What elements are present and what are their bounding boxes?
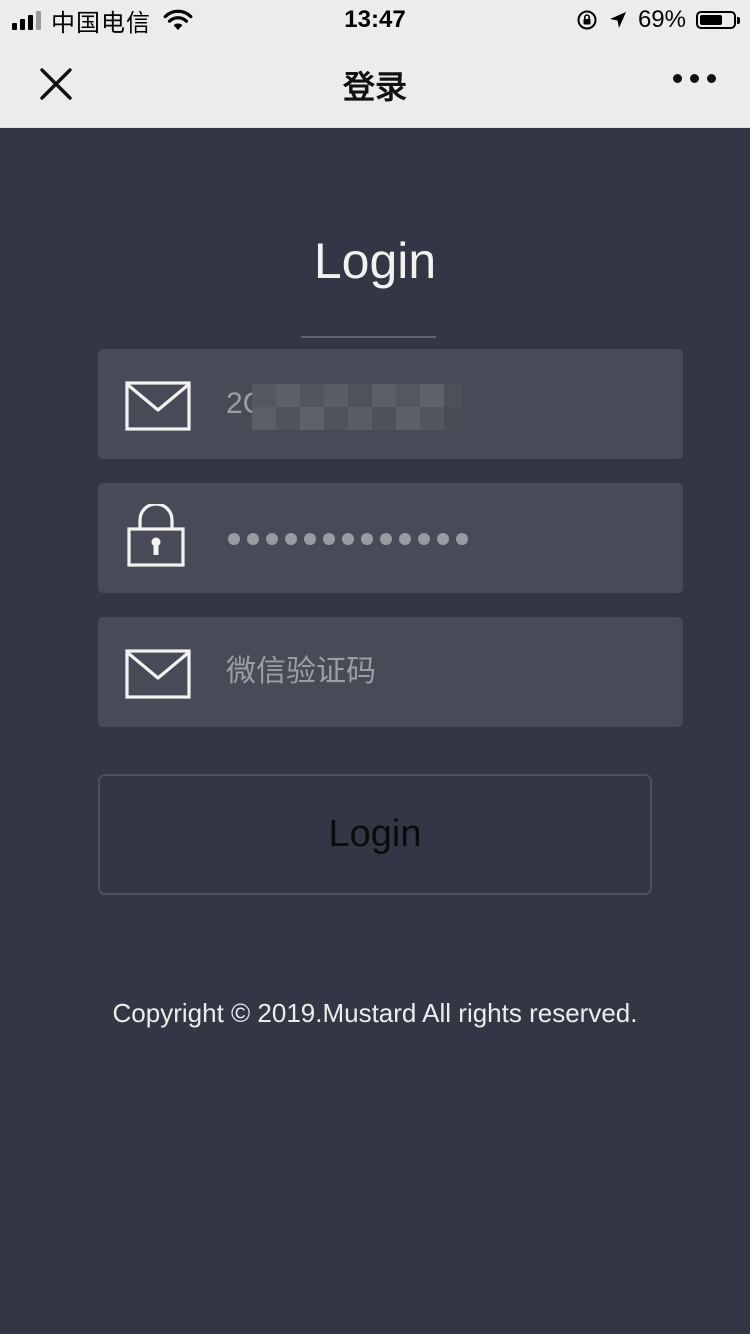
- lock-icon: [127, 504, 185, 567]
- password-masked-value: [228, 533, 468, 545]
- close-icon[interactable]: [36, 64, 76, 104]
- wechat-code-field[interactable]: 微信验证码: [98, 617, 683, 727]
- battery-icon: [696, 11, 740, 29]
- nav-title: 登录: [342, 68, 407, 106]
- login-title: Login: [313, 233, 437, 289]
- password-dot: [285, 533, 297, 545]
- password-dot: [399, 533, 411, 545]
- copyright-text: Copyright © 2019.Mustard All rights rese…: [112, 998, 638, 1028]
- status-bar: 中国电信 13:47 69%: [0, 0, 750, 40]
- password-field[interactable]: [98, 483, 683, 593]
- title-divider: [301, 336, 436, 338]
- more-icon[interactable]: [673, 74, 716, 83]
- nav-bar: 登录: [0, 40, 750, 128]
- wechat-code-placeholder: 微信验证码: [226, 654, 376, 689]
- battery-level-fill: [700, 15, 722, 25]
- password-dot: [247, 533, 259, 545]
- password-dot: [266, 533, 278, 545]
- password-dot: [342, 533, 354, 545]
- password-dot: [456, 533, 468, 545]
- password-dot: [361, 533, 373, 545]
- status-right: 69%: [576, 6, 740, 34]
- mail-icon: [125, 649, 191, 699]
- password-dot: [228, 533, 240, 545]
- password-dot: [418, 533, 430, 545]
- email-field[interactable]: 2C: [98, 349, 683, 459]
- mail-icon: [125, 381, 191, 431]
- login-button[interactable]: Login: [98, 774, 652, 895]
- password-dot: [380, 533, 392, 545]
- email-value: 2C: [226, 387, 265, 420]
- battery-percent: 69%: [637, 6, 686, 33]
- password-dot: [437, 533, 449, 545]
- password-dot: [304, 533, 316, 545]
- orientation-lock-icon: [577, 10, 597, 30]
- password-dot: [323, 533, 335, 545]
- location-arrow-icon: [609, 12, 626, 28]
